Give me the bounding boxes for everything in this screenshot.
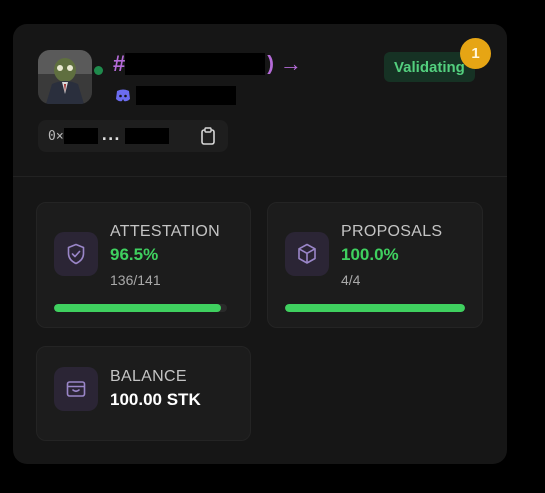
attestation-card: ATTESTATION 96.5% 136/141: [36, 202, 251, 328]
proposals-count: 4/4: [341, 272, 361, 288]
wallet-icon: [66, 381, 86, 397]
notification-count: 1: [471, 45, 480, 62]
address-prefix: 0×: [48, 128, 64, 144]
proposals-label: PROPOSALS: [341, 223, 443, 240]
discord-icon: [116, 89, 130, 101]
validator-card: # ) → 0× ... Validating 1 ATTESTATION 96…: [13, 24, 507, 464]
redacted-discord: [136, 86, 236, 105]
arrow-right-icon[interactable]: →: [280, 51, 302, 77]
title-tail-glyph: ): [267, 52, 274, 75]
attestation-icon-box: [54, 232, 98, 276]
address-ellipsis: ...: [101, 128, 121, 144]
attestation-progress: [54, 304, 227, 312]
proposals-icon-box: [285, 232, 329, 276]
balance-icon-box: [54, 367, 98, 411]
validator-hash: #: [113, 51, 126, 76]
balance-label: BALANCE: [110, 368, 187, 385]
address-box: 0× ...: [38, 120, 228, 152]
cube-icon: [298, 243, 316, 264]
redacted-address-start: [63, 128, 98, 144]
shield-check-icon: [67, 243, 85, 265]
discord-row: [115, 86, 236, 105]
redacted-address-end: [124, 128, 169, 144]
attestation-label: ATTESTATION: [110, 223, 220, 240]
proposals-percent: 100.0%: [341, 245, 399, 264]
attestation-progress-fill: [54, 304, 221, 312]
notification-badge[interactable]: 1: [460, 38, 491, 69]
proposals-progress: [285, 304, 465, 312]
copy-icon[interactable]: [200, 127, 216, 145]
attestation-count: 136/141: [110, 272, 161, 288]
validator-title[interactable]: # ) →: [113, 49, 302, 79]
proposals-progress-fill: [285, 304, 465, 312]
attestation-percent: 96.5%: [110, 245, 159, 264]
balance-card: BALANCE 100.00 STK: [36, 346, 251, 441]
proposals-card: PROPOSALS 100.0% 4/4: [267, 202, 483, 328]
status-label: Validating: [394, 58, 465, 76]
validator-header: # ) → 0× ... Validating 1: [13, 24, 507, 177]
balance-amount: 100.00 STK: [110, 390, 201, 409]
avatar: [38, 50, 92, 104]
online-indicator: [94, 66, 103, 75]
redacted-name: [125, 53, 266, 75]
